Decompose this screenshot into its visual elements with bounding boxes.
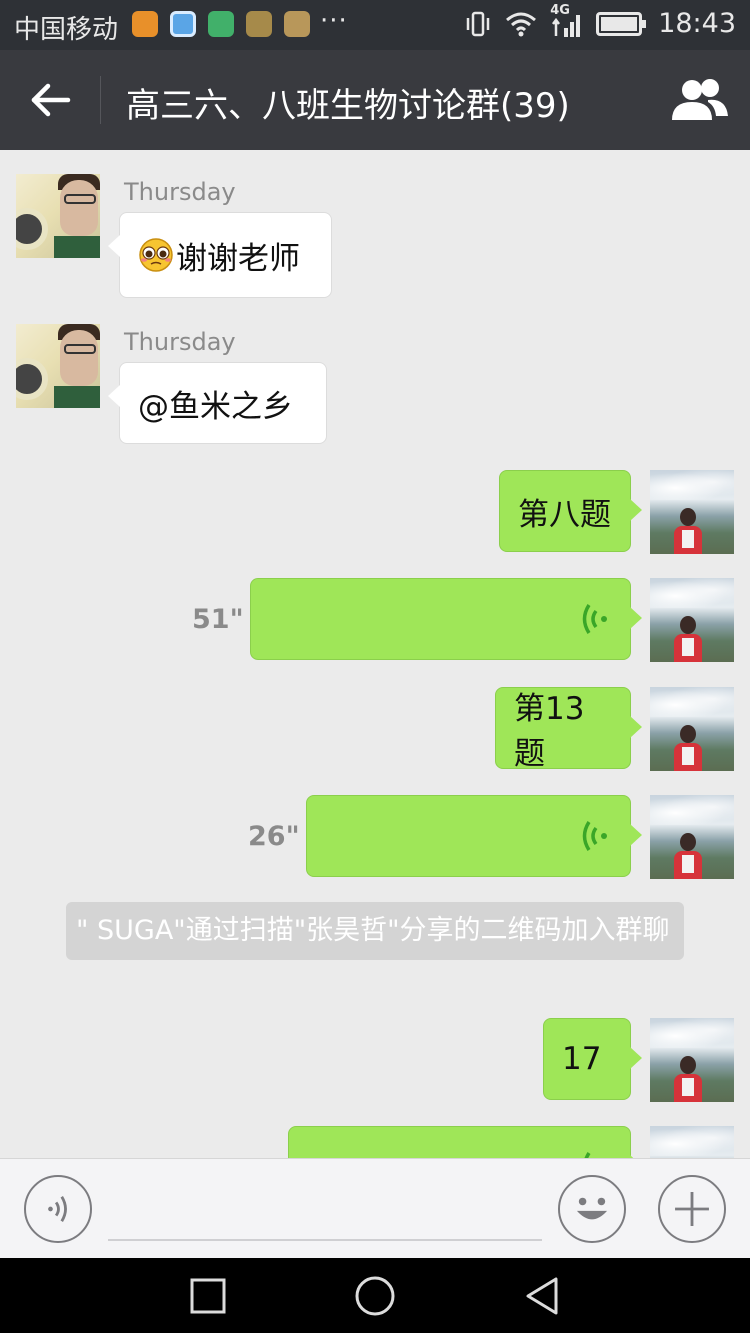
vibrate-icon (466, 11, 490, 36)
group-members-icon[interactable] (668, 76, 730, 124)
home-icon[interactable] (353, 1274, 397, 1318)
header-divider (100, 76, 101, 124)
voice-wave-icon (584, 1152, 595, 1158)
message-bubble-sent[interactable]: 第八题 (499, 470, 642, 552)
voice-message-bubble[interactable] (306, 795, 642, 877)
voice-message-bubble[interactable] (250, 578, 642, 660)
system-navigation-bar (0, 1258, 750, 1333)
voice-message-bubble[interactable] (288, 1126, 642, 1158)
back-nav-icon[interactable] (520, 1274, 564, 1318)
message-text: @鱼米之乡 (138, 388, 293, 425)
message-input[interactable] (108, 1179, 542, 1241)
notification-icons (132, 11, 310, 37)
avatar[interactable] (16, 174, 100, 258)
message-bubble-sent[interactable]: 第13题 (495, 687, 642, 772)
message-sender-time: Thursday (124, 178, 236, 206)
browser-icon (170, 11, 196, 37)
app-notification-icon (246, 11, 272, 37)
message-bubble[interactable]: @鱼米之乡 (108, 362, 327, 444)
plus-icon[interactable] (658, 1175, 726, 1243)
voice-input-toggle-icon[interactable] (24, 1175, 92, 1243)
cellular-signal-icon: 4G (550, 3, 584, 39)
chat-title: 高三六、八班生物讨论群(39) (126, 86, 570, 126)
voice-duration: 51" (192, 604, 244, 635)
carrier-name: 中国移动 (14, 15, 119, 45)
chat-header: 高三六、八班生物讨论群(39) (0, 50, 750, 150)
uc-browser-icon (132, 11, 158, 37)
network-type-label: 4G (550, 2, 570, 18)
message-text: 谢谢老师 (176, 240, 300, 277)
message-text: 17 (562, 1041, 602, 1077)
status-bar: 中国移动 ··· 4G 18:43 (0, 0, 750, 50)
message-text: 第八题 (518, 496, 611, 533)
pleading-face-icon (139, 238, 173, 272)
system-notice: " SUGA"通过扫描"张昊哲"分享的二维码加入群聊 (66, 902, 684, 960)
arrow-left-icon[interactable] (26, 78, 76, 122)
app-market-icon (208, 11, 234, 37)
more-notifications-indicator: ··· (320, 6, 348, 36)
message-bubble-sent[interactable]: 17 (543, 1018, 642, 1100)
recent-apps-icon[interactable] (186, 1274, 230, 1318)
avatar[interactable] (650, 1126, 734, 1158)
emoji-button-icon[interactable] (558, 1175, 626, 1243)
wifi-icon (506, 12, 537, 36)
chat-message-list[interactable]: Thursday 谢谢老师 Thursday @鱼米之乡 第八题 51" 第13… (0, 150, 750, 1158)
message-sender-time: Thursday (124, 328, 236, 356)
message-bubble[interactable]: 谢谢老师 (108, 212, 332, 298)
app-notification-icon (284, 11, 310, 37)
avatar[interactable] (650, 687, 734, 771)
avatar[interactable] (650, 1018, 734, 1102)
battery-icon (596, 11, 647, 36)
voice-wave-icon (582, 604, 607, 634)
avatar[interactable] (16, 324, 100, 408)
avatar[interactable] (650, 795, 734, 879)
voice-duration: 26" (248, 821, 300, 852)
message-text: 第13题 (514, 691, 585, 772)
avatar[interactable] (650, 578, 734, 662)
clock: 18:43 (658, 8, 736, 39)
message-input-bar (0, 1158, 750, 1258)
avatar[interactable] (650, 470, 734, 554)
voice-wave-icon (582, 821, 607, 851)
